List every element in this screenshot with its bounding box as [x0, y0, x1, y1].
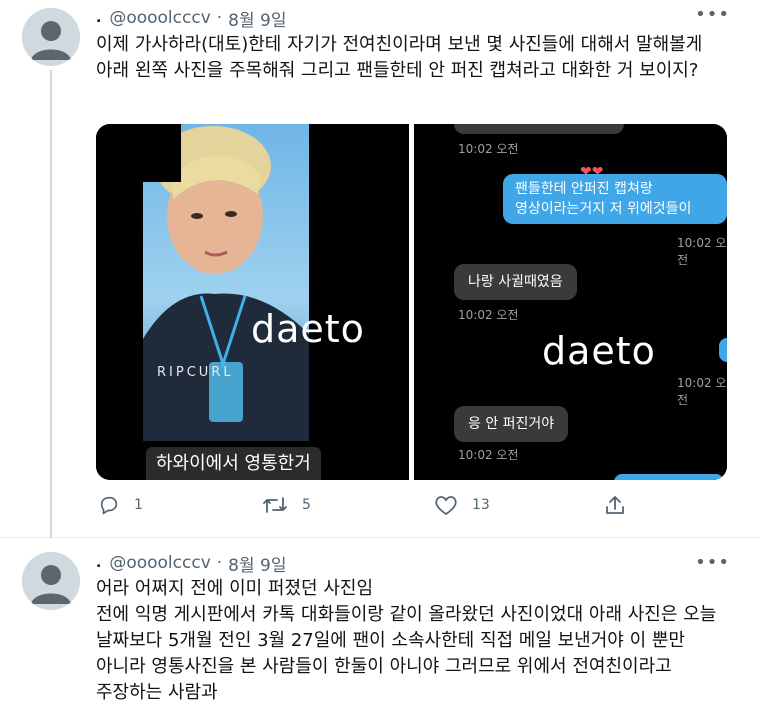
tweet-header: . @oooolcccv · 8월 9일: [96, 551, 287, 576]
tweet-text: 어라 어쩌지 전에 이미 퍼졌던 사진임 전에 익명 게시판에서 카톡 대화들이…: [96, 578, 717, 703]
more-options-icon[interactable]: •••: [695, 552, 730, 573]
separator: ·: [216, 553, 223, 573]
retweet-icon: [263, 497, 287, 513]
media-image-right[interactable]: 10:02 오전 ❤❤ 팬들한테 안퍼진 캡쳐랑 영상이라는거지 저 위에것들이…: [414, 124, 727, 480]
share-icon: [606, 496, 624, 514]
reply-button[interactable]: 1: [98, 494, 143, 516]
timestamp[interactable]: 8월 9일: [228, 6, 286, 31]
watermark: daeto: [542, 329, 656, 373]
svg-text:RIPCURL: RIPCURL: [157, 365, 234, 380]
default-avatar-icon: [22, 552, 80, 610]
redaction-block: [143, 124, 181, 182]
reply-count: 1: [134, 497, 143, 513]
chat-bubble-incoming: 응 안 퍼진거야: [454, 406, 569, 442]
message-time: 10:02 오전: [677, 236, 727, 267]
selfie-photo: RIPCURL: [143, 124, 309, 441]
timestamp[interactable]: 8월 9일: [228, 551, 286, 576]
thread-line: [50, 70, 52, 538]
chat-bubble-partial: [614, 474, 724, 480]
separator: ·: [216, 8, 223, 28]
avatar[interactable]: [22, 552, 80, 610]
avatar[interactable]: [22, 8, 80, 66]
share-button[interactable]: [604, 494, 640, 516]
default-avatar-icon: [22, 8, 80, 66]
tweet[interactable]: . @oooolcccv · 8월 9일 ••• 어라 어쩌지 전에 이미 퍼졌…: [0, 538, 760, 716]
message-time: 10:02 오전: [458, 142, 519, 156]
chat-bubble-partial: [719, 338, 727, 362]
handle[interactable]: @oooolcccv: [109, 553, 210, 573]
like-button[interactable]: 13: [434, 494, 490, 516]
handle[interactable]: @oooolcccv: [109, 8, 210, 28]
retweet-button[interactable]: 5: [262, 494, 311, 516]
media-image-left[interactable]: RIPCURL daeto 하와이에서 영통한거: [96, 124, 409, 480]
tweet-header: . @oooolcccv · 8월 9일: [96, 6, 287, 31]
tweet[interactable]: . @oooolcccv · 8월 9일 ••• 이제 가사하라(대토)한테 자…: [0, 0, 760, 538]
message-time: 10:02 오전: [677, 376, 727, 407]
chat-bubble-incoming: 나랑 사귈때였음: [454, 264, 577, 300]
heart-icon: [435, 496, 457, 516]
message-time: 10:02 오전: [458, 448, 519, 462]
like-count: 13: [472, 497, 490, 513]
watermark: daeto: [251, 307, 365, 351]
display-name[interactable]: .: [96, 555, 101, 571]
message-time: 10:02 오전: [458, 308, 519, 322]
chat-bubble-partial: [454, 124, 624, 134]
reply-icon: [100, 496, 118, 515]
tweet-text: 이제 가사하라(대토)한테 자기가 전여친이라며 보낸 몇 사진들에 대해서 말…: [96, 34, 709, 81]
tweet-actions: 1 5 13: [96, 494, 736, 522]
display-name[interactable]: .: [96, 10, 101, 26]
retweet-count: 5: [302, 497, 311, 513]
chat-bubble-outgoing: 팬들한테 안퍼진 캡쳐랑 영상이라는거지 저 위에것들이: [503, 174, 727, 224]
more-options-icon[interactable]: •••: [695, 4, 730, 25]
photo-caption: 하와이에서 영통한거: [146, 447, 321, 480]
tweet-media[interactable]: RIPCURL daeto 하와이에서 영통한거 10:02 오전 ❤❤ 팬들한…: [96, 124, 727, 480]
